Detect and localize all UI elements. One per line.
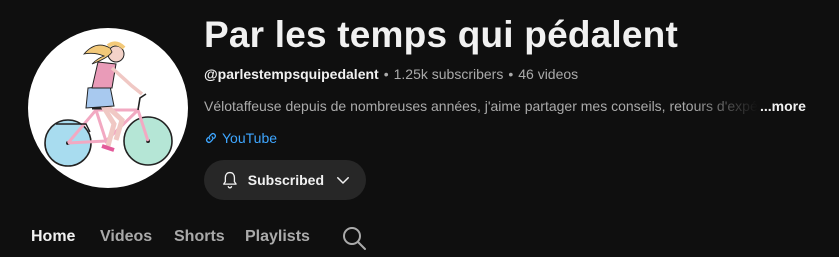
tab-home[interactable]: Home (31, 228, 75, 246)
channel-title: Par les temps qui pédalent (204, 14, 679, 55)
tab-videos[interactable]: Videos (100, 228, 152, 246)
subscriber-count: 1.25k subscribers (393, 66, 504, 82)
subscribed-label: Subscribed (247, 172, 325, 188)
bell-icon (223, 171, 237, 189)
channel-link-label: YouTube (222, 130, 278, 146)
channel-meta: @parlestempsquipedalent • 1.25k subscriber… (204, 66, 578, 82)
link-icon (206, 133, 216, 143)
subscribed-button[interactable]: Subscribed (204, 160, 366, 200)
video-count: 46 videos (518, 66, 579, 82)
more-button[interactable]: ...more (760, 98, 806, 114)
chevron-down-icon (337, 177, 350, 184)
meta-separator: • (508, 66, 514, 82)
search-icon (343, 227, 366, 250)
description-text: Vélotaffeuse depuis de nombreuses années… (204, 98, 758, 114)
cyclist-illustration (44, 41, 173, 167)
meta-separator: • (383, 66, 389, 82)
channel-header: Par les temps qui pédalent @parlestempsq… (0, 0, 839, 257)
channel-avatar[interactable] (28, 28, 188, 188)
channel-link[interactable]: YouTube (204, 130, 277, 146)
channel-handle: @parlestempsquipedalent (204, 66, 379, 82)
tab-shorts[interactable]: Shorts (174, 228, 225, 246)
channel-description[interactable]: Vélotaffeuse depuis de nombreuses années… (204, 98, 806, 114)
tab-search[interactable] (340, 224, 368, 252)
channel-tabs: Home Videos Shorts Playlists (0, 216, 839, 257)
tab-playlists[interactable]: Playlists (245, 228, 310, 246)
